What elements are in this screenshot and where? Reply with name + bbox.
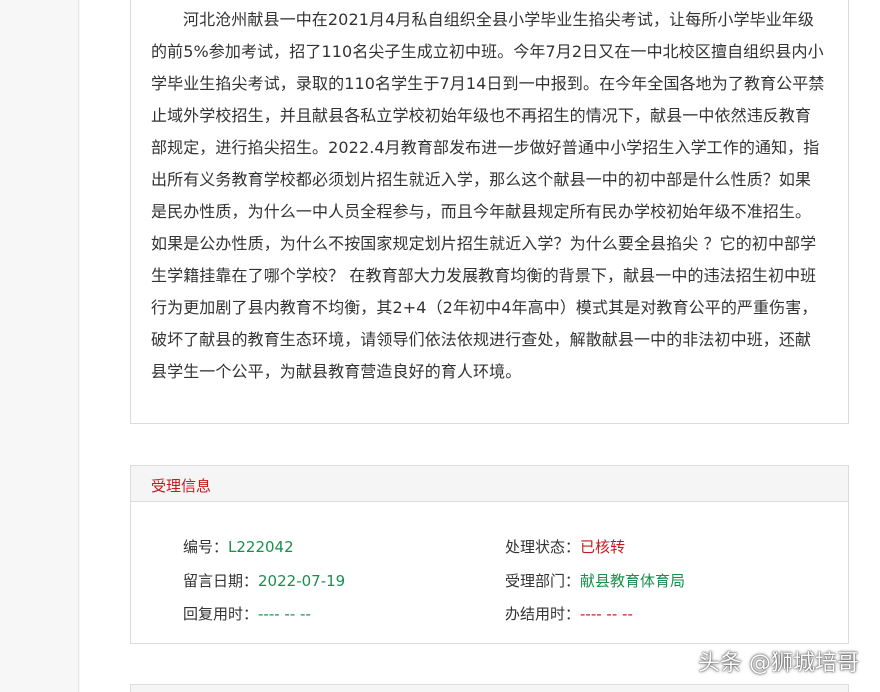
status-value: 已核转 (580, 538, 626, 556)
department-value[interactable]: 献县教育体育局 (580, 572, 685, 590)
reply-time-value: ---- -- -- (258, 605, 311, 623)
date-label: 留言日期： (183, 572, 259, 590)
date-value: 2022-07-19 (258, 572, 346, 590)
department-label: 受理部门： (505, 572, 581, 590)
number-value: L222042 (228, 538, 294, 556)
department-field: 受理部门：献县教育体育局 (505, 570, 685, 591)
complaint-content-box: 河北沧州献县一中在2021月4月私自组织全县小学毕业生掐尖考试，让每所小学毕业年… (130, 0, 849, 424)
info-panel-title: 受理信息 (151, 477, 212, 495)
reply-time-label: 回复用时： (183, 605, 259, 623)
status-label: 处理状态： (505, 538, 581, 556)
finish-time-value: ---- -- -- (580, 605, 633, 623)
acceptance-info-panel: 受理信息 编号：L222042 处理状态：已核转 留言日期：2022-07-19… (130, 465, 849, 644)
finish-time-label: 办结用时： (505, 605, 581, 623)
next-panel-header (130, 684, 849, 692)
number-field: 编号：L222042 (183, 536, 294, 557)
left-rail (0, 0, 80, 692)
divider (78, 0, 79, 692)
date-field: 留言日期：2022-07-19 (183, 570, 345, 591)
page: 河北沧州献县一中在2021月4月私自组织全县小学毕业生掐尖考试，让每所小学毕业年… (0, 0, 880, 692)
watermark: 头条 @狮城培哥 (698, 651, 859, 676)
status-field: 处理状态：已核转 (505, 536, 625, 557)
finish-time-field: 办结用时：---- -- -- (505, 603, 633, 624)
info-panel-header: 受理信息 (131, 466, 848, 502)
reply-time-field: 回复用时：---- -- -- (183, 603, 311, 624)
number-label: 编号： (183, 538, 229, 556)
complaint-body-text: 河北沧州献县一中在2021月4月私自组织全县小学毕业生掐尖考试，让每所小学毕业年… (151, 10, 825, 381)
